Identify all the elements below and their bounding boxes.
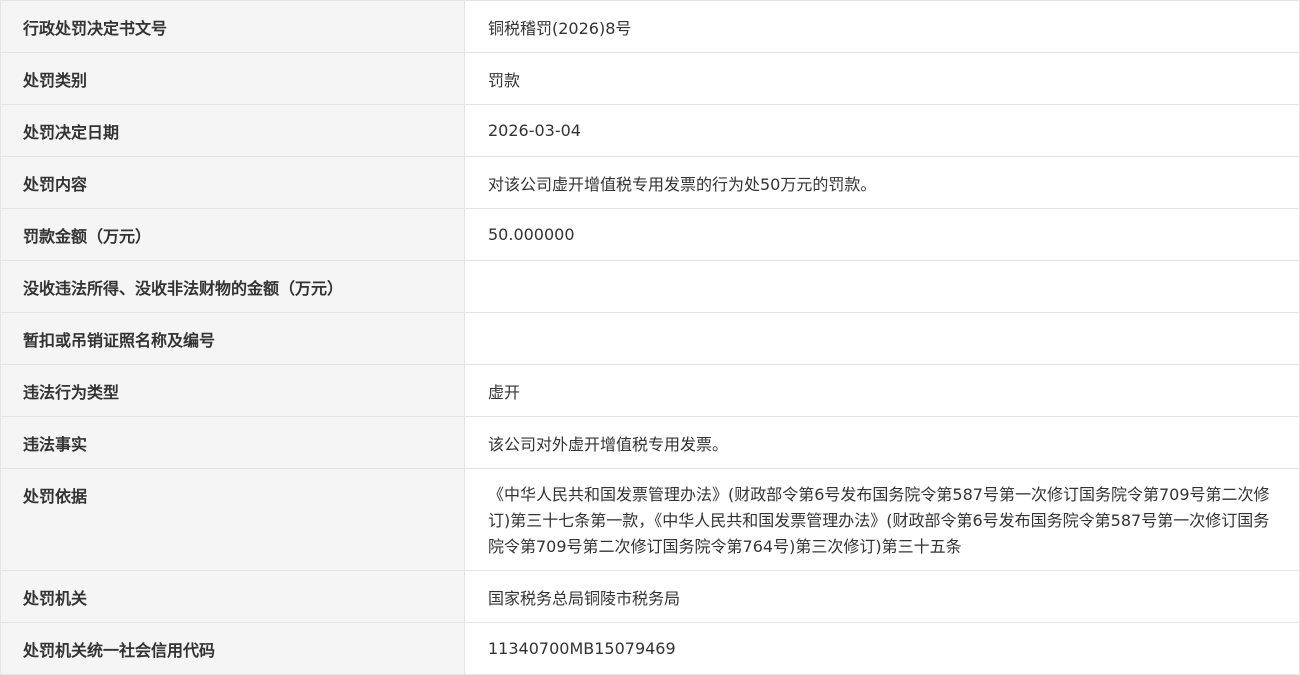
field-value [464, 312, 1300, 365]
table-row: 处罚内容 对该公司虚开增值税专用发票的行为处50万元的罚款。 [0, 156, 1300, 209]
field-label: 处罚机关 [0, 570, 465, 623]
table-row: 处罚机关统一社会信用代码 11340700MB15079469 [0, 622, 1300, 675]
field-value [464, 260, 1300, 313]
field-label: 违法行为类型 [0, 364, 465, 417]
table-row: 暂扣或吊销证照名称及编号 [0, 312, 1300, 365]
field-label: 违法事实 [0, 416, 465, 469]
field-value: 11340700MB15079469 [464, 622, 1300, 675]
table-row: 处罚依据 《中华人民共和国发票管理办法》(财政部令第6号发布国务院令第587号第… [0, 468, 1300, 571]
field-label: 处罚决定日期 [0, 104, 465, 157]
table-row: 行政处罚决定书文号 铜税稽罚(2026)8号 [0, 0, 1300, 53]
table-row: 处罚类别 罚款 [0, 52, 1300, 105]
field-value: 对该公司虚开增值税专用发票的行为处50万元的罚款。 [464, 156, 1300, 209]
table-row: 处罚机关 国家税务总局铜陵市税务局 [0, 570, 1300, 623]
table-row: 没收违法所得、没收非法财物的金额（万元） [0, 260, 1300, 313]
table-row: 处罚决定日期 2026-03-04 [0, 104, 1300, 157]
field-label: 处罚依据 [0, 468, 465, 571]
table-row: 罚款金额（万元） 50.000000 [0, 208, 1300, 261]
field-label: 处罚内容 [0, 156, 465, 209]
field-value: 铜税稽罚(2026)8号 [464, 0, 1300, 53]
penalty-info-table: 行政处罚决定书文号 铜税稽罚(2026)8号 处罚类别 罚款 处罚决定日期 20… [0, 0, 1300, 675]
field-label: 没收违法所得、没收非法财物的金额（万元） [0, 260, 465, 313]
field-value: 2026-03-04 [464, 104, 1300, 157]
field-value: 50.000000 [464, 208, 1300, 261]
field-value: 虚开 [464, 364, 1300, 417]
field-label: 暂扣或吊销证照名称及编号 [0, 312, 465, 365]
table-row: 违法事实 该公司对外虚开增值税专用发票。 [0, 416, 1300, 469]
field-label: 行政处罚决定书文号 [0, 0, 465, 53]
field-value: 国家税务总局铜陵市税务局 [464, 570, 1300, 623]
table-row: 违法行为类型 虚开 [0, 364, 1300, 417]
field-value: 该公司对外虚开增值税专用发票。 [464, 416, 1300, 469]
field-value: 罚款 [464, 52, 1300, 105]
field-label: 处罚类别 [0, 52, 465, 105]
field-value: 《中华人民共和国发票管理办法》(财政部令第6号发布国务院令第587号第一次修订国… [464, 468, 1300, 571]
field-label: 罚款金额（万元） [0, 208, 465, 261]
field-label: 处罚机关统一社会信用代码 [0, 622, 465, 675]
